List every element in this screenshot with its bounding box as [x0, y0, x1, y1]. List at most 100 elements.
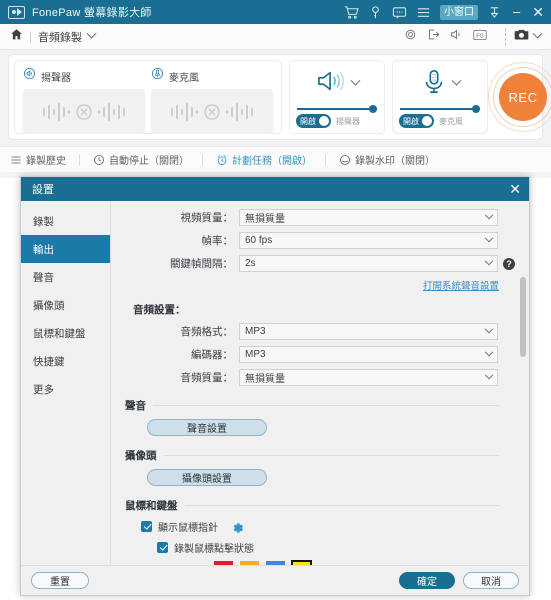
- sidebar-item-sound[interactable]: 聲音: [21, 263, 110, 291]
- application-root: FonePaw 螢幕錄影大師 小窗口 – ✕ | 音頻錄製 FG 揚聲器 麥克風…: [0, 0, 551, 600]
- status-divider: [79, 153, 80, 166]
- sidebar-item-camera[interactable]: 攝像頭: [21, 291, 110, 319]
- footer-actions: 確定 取消: [399, 572, 519, 589]
- status-item-watermark[interactable]: 錄製水印（關閉）: [339, 152, 435, 167]
- sidebar-item-mouse-keyboard[interactable]: 鼠標和鍵盤: [21, 319, 110, 347]
- pin-icon[interactable]: [487, 5, 502, 20]
- recorder-panel: 揚聲器 麥克風 開啟 揚聲器 開啟 麥克風 REC: [8, 54, 551, 140]
- speaker-waveform[interactable]: [23, 89, 145, 134]
- system-sound-volume-slider[interactable]: [297, 103, 377, 113]
- section-divider: [163, 455, 499, 456]
- audio-source-card: 揚聲器 麥克風: [14, 60, 282, 134]
- status-item-history[interactable]: 錄製歷史: [10, 152, 66, 167]
- key-icon[interactable]: [368, 5, 383, 20]
- color-swatch-orange[interactable]: [240, 561, 259, 565]
- nav-icon-group: FG: [404, 27, 514, 46]
- microphone-volume-slider[interactable]: [400, 103, 480, 113]
- framerate-value: 60 fps: [245, 235, 273, 246]
- waveform-muted-icon: [171, 102, 253, 121]
- click-color-label: 顏色：: [175, 563, 205, 565]
- microphone-chevron-down-icon[interactable]: [451, 75, 461, 86]
- sound-settings-button[interactable]: 聲音設置: [147, 419, 267, 436]
- system-sound-card: 開啟 揚聲器: [289, 60, 385, 134]
- sound-section-title: 聲音: [125, 400, 146, 412]
- show-cursor-row: 顯示鼠標指針: [141, 519, 515, 534]
- video-quality-select[interactable]: 無損質量: [239, 209, 498, 226]
- cursor-settings-gear-icon[interactable]: [232, 521, 244, 533]
- status-item-label: 計劃任務（開啟）: [232, 156, 312, 167]
- show-cursor-label: 顯示鼠標指針: [158, 523, 218, 534]
- audio-format-select[interactable]: MP3: [239, 323, 498, 340]
- audio-quality-select[interactable]: 無損質量: [239, 369, 498, 386]
- content-scrollbar[interactable]: [520, 277, 526, 357]
- system-sound-toggle[interactable]: 開啟: [296, 114, 331, 128]
- keyframe-interval-select[interactable]: 2s: [239, 255, 498, 272]
- settings-dialog: 設置 ✕ 錄製 輸出 聲音 攝像頭 鼠標和鍵盤 快捷鍵 更多 視頻質量： 無損質…: [20, 176, 530, 596]
- sidebar-item-hotkeys[interactable]: 快捷鍵: [21, 347, 110, 375]
- status-item-label: 自動停止（關閉）: [109, 156, 189, 167]
- audio-encoder-value: MP3: [245, 349, 266, 360]
- speaker-icon[interactable]: [450, 28, 463, 46]
- help-icon[interactable]: ?: [503, 257, 515, 270]
- speaker-large-icon[interactable]: [316, 68, 346, 99]
- feedback-icon[interactable]: [392, 5, 407, 20]
- audio-encoder-label: 編碼器：: [191, 349, 233, 361]
- fg-badge-icon[interactable]: FG: [473, 28, 487, 46]
- close-button[interactable]: ✕: [531, 5, 545, 19]
- color-swatch-red[interactable]: [214, 561, 233, 565]
- show-cursor-checkbox[interactable]: [141, 521, 152, 532]
- keyframe-interval-label: 關鍵幀間隔：: [170, 258, 233, 270]
- home-icon[interactable]: [10, 28, 23, 46]
- open-system-sound-settings-link[interactable]: 打開系統聲音設置: [423, 278, 499, 292]
- record-click-checkbox[interactable]: [157, 542, 168, 553]
- reset-button[interactable]: 重置: [31, 572, 89, 589]
- dialog-footer: 重置 確定 取消: [21, 565, 529, 595]
- camera-icon[interactable]: [514, 28, 529, 46]
- microphone-device-label: 麥克風: [439, 116, 463, 126]
- status-item-autostop[interactable]: 自動停止（關閉）: [93, 152, 189, 167]
- audio-encoder-select[interactable]: MP3: [239, 346, 498, 363]
- chevron-down-icon[interactable]: [86, 28, 97, 39]
- microphone-waveform[interactable]: [151, 89, 273, 134]
- history-icon: [11, 156, 21, 163]
- rec-button[interactable]: REC: [499, 73, 547, 121]
- export-icon[interactable]: [427, 28, 440, 46]
- small-window-button[interactable]: 小窗口: [440, 4, 479, 20]
- microphone-toggle[interactable]: 開啟: [399, 114, 434, 128]
- color-swatch-yellow[interactable]: [291, 560, 312, 565]
- camera-chevron-down-icon[interactable]: [532, 28, 543, 39]
- slider-track: [297, 108, 377, 110]
- framerate-select[interactable]: 60 fps: [239, 232, 498, 249]
- camera-settings-button[interactable]: 攝像頭設置: [147, 469, 267, 486]
- microphone-source: 麥克風: [151, 67, 273, 134]
- status-item-schedule[interactable]: 計劃任務（開啟）: [216, 152, 312, 167]
- toggle-knob: [319, 116, 329, 126]
- click-color-row: 顏色：: [175, 560, 515, 565]
- hamburger-menu-icon[interactable]: [416, 5, 431, 20]
- settings-gear-icon[interactable]: [404, 28, 417, 46]
- status-item-label: 錄製水印（關閉）: [355, 156, 435, 167]
- slider-knob[interactable]: [369, 105, 377, 113]
- speaker-icon: [23, 67, 36, 85]
- microphone-large-icon[interactable]: [421, 68, 447, 99]
- dialog-body: 錄製 輸出 聲音 攝像頭 鼠標和鍵盤 快捷鍵 更多 視頻質量： 無損質量 幀率：…: [21, 201, 529, 565]
- mode-label: 音頻錄製: [37, 31, 82, 44]
- app-title: FonePaw 螢幕錄影大師: [32, 7, 152, 19]
- window-controls: 小窗口 – ✕: [344, 4, 545, 20]
- cancel-button[interactable]: 取消: [463, 572, 519, 589]
- keyframe-interval-value: 2s: [245, 258, 256, 269]
- clock-icon: [94, 154, 104, 165]
- dialog-close-icon[interactable]: ✕: [509, 182, 521, 196]
- system-sound-chevron-down-icon[interactable]: [350, 75, 360, 86]
- minimize-button[interactable]: –: [511, 5, 522, 18]
- status-item-label: 錄製歷史: [26, 156, 66, 167]
- ok-button[interactable]: 確定: [399, 572, 455, 589]
- cart-icon[interactable]: [344, 5, 359, 20]
- speaker-label: 揚聲器: [41, 72, 71, 84]
- sidebar-item-output[interactable]: 輸出: [21, 235, 110, 263]
- toggle-knob: [422, 116, 432, 126]
- sidebar-item-more[interactable]: 更多: [21, 375, 110, 403]
- slider-knob[interactable]: [472, 105, 480, 113]
- color-swatch-blue[interactable]: [266, 561, 285, 565]
- sidebar-item-recording[interactable]: 錄製: [21, 207, 110, 235]
